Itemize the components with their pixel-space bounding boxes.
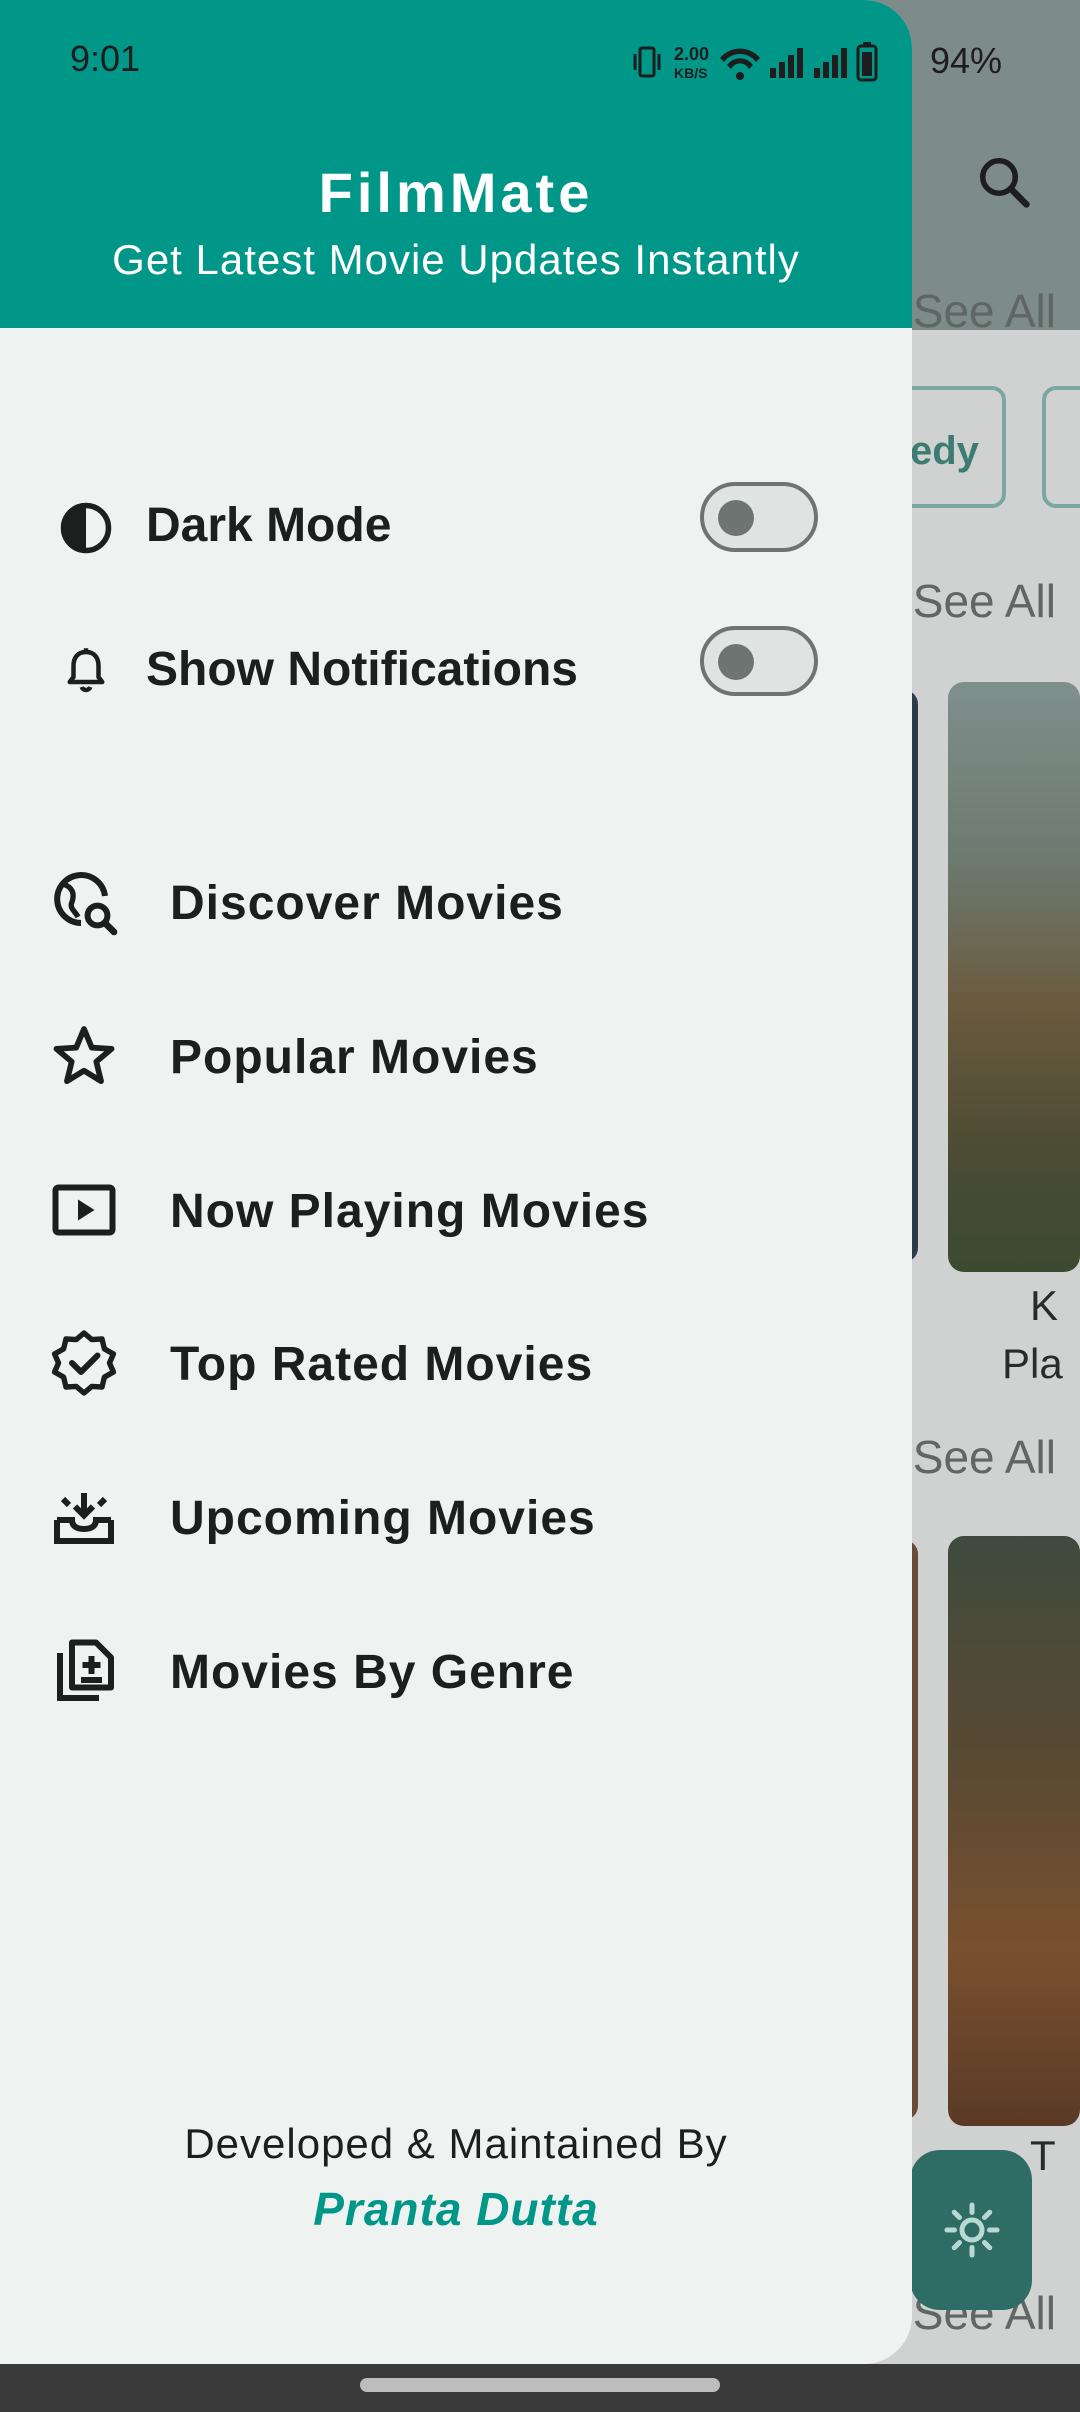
menu-label: Movies By Genre xyxy=(170,1646,575,1699)
battery-percent: 94% xyxy=(930,40,1003,81)
wifi-icon xyxy=(720,48,760,80)
menu-now-playing-movies[interactable]: Now Playing Movies xyxy=(48,1160,868,1260)
vibrate-icon xyxy=(633,46,661,78)
status-icons: 2.00 KB/S xyxy=(633,42,878,82)
signal-icon xyxy=(770,48,803,78)
dark-mode-label: Dark Mode xyxy=(146,499,392,552)
movie-title: Pla xyxy=(1002,1340,1063,1387)
show-notifications-switch[interactable] xyxy=(700,626,818,696)
brightness-icon xyxy=(944,2202,1000,2258)
gesture-handle[interactable] xyxy=(360,2378,720,2392)
status-time: 9:01 xyxy=(70,38,141,79)
menu-label: Discover Movies xyxy=(170,877,564,930)
net-speed-unit: KB/S xyxy=(674,65,707,81)
show-notifications-label: Show Notifications xyxy=(146,643,578,696)
menu-discover-movies[interactable]: Discover Movies xyxy=(48,852,868,952)
signal-icon xyxy=(814,48,847,78)
travel-explore-icon xyxy=(54,872,118,936)
menu-movies-by-genre[interactable]: Movies By Genre xyxy=(48,1621,868,1721)
navigation-drawer: 9:01 FilmMate Get Latest Movie Updates I… xyxy=(0,0,912,2364)
movie-poster[interactable] xyxy=(948,682,1080,1272)
see-all-link[interactable]: See All xyxy=(913,1430,1056,1484)
star-icon xyxy=(53,1026,115,1085)
footer-credit: Developed & Maintained By xyxy=(184,2120,728,2167)
switch-knob xyxy=(718,500,754,536)
menu-label: Now Playing Movies xyxy=(170,1185,650,1238)
movie-title: T xyxy=(1030,2132,1056,2179)
dark-mode-switch[interactable] xyxy=(700,482,818,552)
app-subtitle: Get Latest Movie Updates Instantly xyxy=(112,236,800,283)
show-notifications-row[interactable]: Show Notifications xyxy=(56,622,856,712)
play-box-icon xyxy=(52,1184,116,1236)
see-all-link[interactable]: See All xyxy=(913,284,1056,338)
genre-chip[interactable] xyxy=(1042,386,1080,508)
menu-upcoming-movies[interactable]: Upcoming Movies xyxy=(48,1467,868,1567)
search-icon[interactable] xyxy=(974,152,1034,212)
net-speed-value: 2.00 xyxy=(674,44,709,64)
see-all-link[interactable]: See All xyxy=(913,574,1056,628)
theme-fab[interactable] xyxy=(910,2150,1032,2310)
movie-title: K xyxy=(1030,1282,1059,1329)
verified-badge-icon xyxy=(51,1330,117,1396)
movie-poster[interactable] xyxy=(948,1536,1080,2126)
contrast-icon xyxy=(60,502,112,554)
menu-label: Popular Movies xyxy=(170,1031,539,1084)
menu-popular-movies[interactable]: Popular Movies xyxy=(48,1006,868,1106)
bell-icon xyxy=(67,648,105,693)
library-add-icon xyxy=(57,1639,114,1701)
dark-mode-row[interactable]: Dark Mode xyxy=(56,478,856,568)
menu-label: Top Rated Movies xyxy=(170,1338,594,1391)
switch-knob xyxy=(718,644,754,680)
menu-top-rated-movies[interactable]: Top Rated Movies xyxy=(48,1313,868,1413)
footer-author: Pranta Dutta xyxy=(313,2183,599,2235)
inbox-download-icon xyxy=(54,1493,114,1544)
battery-icon xyxy=(856,42,878,82)
menu-label: Upcoming Movies xyxy=(170,1492,596,1545)
app-title: FilmMate xyxy=(318,161,594,224)
